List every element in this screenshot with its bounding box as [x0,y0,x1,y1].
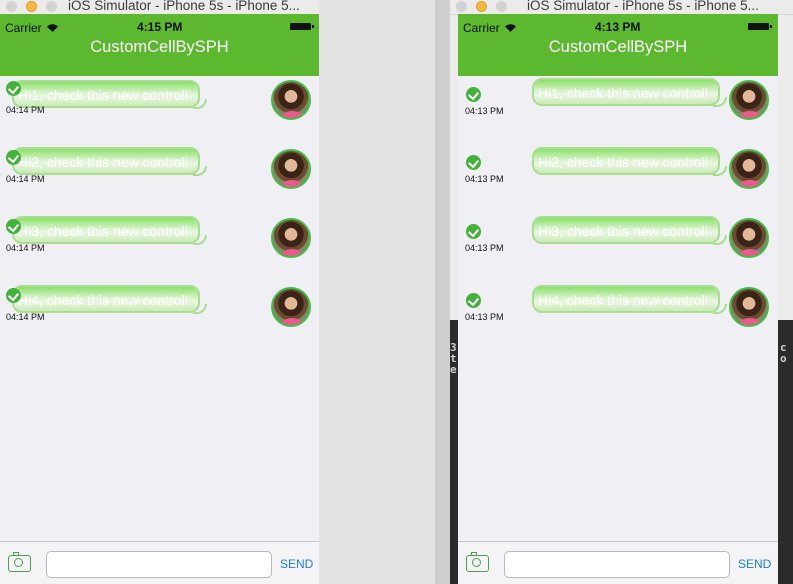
check-icon [6,219,21,234]
message-row[interactable]: Hi4, check this new control! 04:13 PM [458,283,778,343]
message-row[interactable]: Hi2, check this new control! 04:13 PM [458,145,778,205]
window-shadow [435,0,450,584]
avatar [729,80,769,120]
phone-screen: Carrier 4:13 PM CustomCellBySPH Hi1, che… [458,14,778,584]
check-icon [6,81,21,96]
close-button[interactable] [6,1,17,12]
message-text: Hi1, check this new control! [538,85,709,101]
camera-icon[interactable] [8,552,31,572]
minimize-button[interactable] [26,1,37,12]
camera-icon[interactable] [466,552,489,572]
check-icon [466,293,481,308]
check-icon [466,224,481,239]
close-button[interactable] [456,1,467,12]
message-time: 04:14 PM [6,174,45,184]
zoom-button[interactable] [496,1,507,12]
nav-title: CustomCellBySPH [90,38,229,56]
message-bubble: Hi2, check this new control! [12,147,207,176]
message-time: 04:13 PM [465,243,504,253]
message-bubble: Hi4, check this new control! [532,285,727,314]
message-bubble: Hi4, check this new control! [12,285,207,314]
send-button[interactable]: SEND [738,557,771,571]
status-carrier: Carrier [5,21,59,35]
message-text: Hi4, check this new control! [18,292,189,308]
message-time: 04:13 PM [465,312,504,322]
check-icon [6,288,21,303]
avatar [271,80,311,120]
avatar [729,149,769,189]
status-clock: 4:15 PM [137,20,183,34]
message-row[interactable]: Hi1, check this new control! 04:13 PM [458,76,778,136]
message-time: 04:14 PM [6,312,45,322]
minimize-button[interactable] [476,1,487,12]
nav-title: CustomCellBySPH [548,38,688,56]
avatar [271,287,311,327]
message-text: Hi2, check this new control! [538,154,709,170]
message-time: 04:14 PM [6,243,45,253]
avatar [271,218,311,258]
check-icon [466,155,481,170]
message-bubble: Hi1, check this new control! [12,80,207,109]
message-bubble: Hi1, check this new control! [532,78,727,107]
check-icon [466,87,481,102]
message-row[interactable]: Hi1, check this new control! 04:14 PM [0,76,319,136]
message-text: Hi2, check this new control! [18,154,189,170]
message-bubble: Hi3, check this new control! [532,216,727,245]
message-bubble: Hi3, check this new control! [12,216,207,245]
avatar [271,149,311,189]
status-clock: 4:13 PM [595,20,641,34]
message-row[interactable]: Hi3, check this new control! 04:13 PM [458,214,778,274]
message-text: Hi3, check this new control! [538,223,709,239]
message-time: 04:14 PM [6,105,45,115]
message-input-bar: SEND [458,541,778,584]
window-title: iOS Simulator - iPhone 5s - iPhone 5... [527,0,759,13]
message-text: Hi1, check this new control! [18,87,189,103]
window-titlebar[interactable]: iOS Simulator - iPhone 5s - iPhone 5... [0,0,319,15]
check-icon [6,150,21,165]
wifi-icon [46,24,58,32]
background-code-text: 3te [450,341,457,376]
battery-icon [748,23,772,30]
message-row[interactable]: Hi3, check this new control! 04:14 PM [0,214,319,274]
desktop-background [319,0,435,584]
simulator-window-right: 3te co iOS Simulator - iPhone 5s - iPhon… [450,0,793,584]
window-titlebar[interactable]: iOS Simulator - iPhone 5s - iPhone 5... [450,0,793,15]
message-input[interactable] [46,551,272,578]
status-carrier: Carrier [463,21,517,35]
phone-screen: Carrier 4:15 PM CustomCellBySPH Hi1, che… [0,14,319,584]
navigation-bar: Carrier 4:15 PM CustomCellBySPH [0,14,319,76]
wifi-icon [504,24,516,32]
avatar [729,218,769,258]
message-bubble: Hi2, check this new control! [532,147,727,176]
message-row[interactable]: Hi2, check this new control! 04:14 PM [0,145,319,205]
avatar [729,287,769,327]
message-time: 04:13 PM [465,106,504,116]
message-row[interactable]: Hi4, check this new control! 04:14 PM [0,283,319,343]
window-title: iOS Simulator - iPhone 5s - iPhone 5... [68,0,300,13]
navigation-bar: Carrier 4:13 PM CustomCellBySPH [458,14,778,76]
zoom-button[interactable] [46,1,57,12]
message-time: 04:13 PM [465,174,504,184]
background-code-text: co [780,341,787,365]
battery-icon [290,23,314,30]
simulator-window-left: iOS Simulator - iPhone 5s - iPhone 5... … [0,0,319,584]
message-text: Hi3, check this new control! [18,223,189,239]
message-input-bar: SEND [0,541,319,584]
send-button[interactable]: SEND [280,557,313,571]
message-input[interactable] [504,551,730,578]
message-text: Hi4, check this new control! [538,292,709,308]
